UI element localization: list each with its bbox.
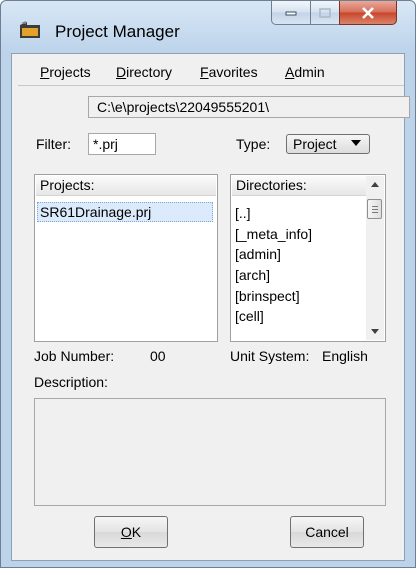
directories-items: [..] [_meta_info] [admin] [arch] [brinsp… bbox=[235, 203, 363, 327]
menu-projects[interactable]: Projects bbox=[40, 64, 91, 80]
list-item-project[interactable]: SR61Drainage.prj bbox=[37, 202, 213, 222]
menu-separator bbox=[18, 85, 404, 86]
projects-list[interactable]: Projects: SR61Drainage.prj bbox=[34, 174, 218, 342]
close-icon bbox=[362, 6, 374, 19]
list-item-directory[interactable]: [cell] bbox=[235, 306, 363, 327]
menu-directory-mnemonic: D bbox=[116, 64, 127, 80]
list-item-directory[interactable]: [brinspect] bbox=[235, 286, 363, 307]
unit-system-label: Unit System: bbox=[230, 348, 310, 364]
description-label: Description: bbox=[34, 374, 108, 390]
directories-scrollbar[interactable] bbox=[366, 176, 384, 340]
cancel-button[interactable]: Cancel bbox=[290, 516, 364, 548]
chevron-down-icon bbox=[371, 329, 379, 334]
minimize-button[interactable] bbox=[271, 1, 311, 25]
list-item-directory[interactable]: [..] bbox=[235, 203, 363, 224]
list-item-directory[interactable]: [arch] bbox=[235, 265, 363, 286]
scroll-up-button[interactable] bbox=[366, 176, 384, 194]
menu-bar: Projects Directory Favorites Admin bbox=[18, 62, 398, 84]
type-dropdown[interactable]: Project bbox=[286, 134, 370, 154]
chevron-up-icon bbox=[371, 182, 379, 187]
scrollbar-thumb[interactable] bbox=[367, 199, 382, 219]
close-button[interactable] bbox=[339, 1, 397, 25]
menu-directory[interactable]: Directory bbox=[116, 64, 172, 80]
scroll-down-button[interactable] bbox=[366, 322, 384, 340]
window-title: Project Manager bbox=[55, 22, 180, 41]
menu-projects-label: rojects bbox=[49, 64, 91, 80]
directories-list[interactable]: Directories: [..] [_meta_info] [admin] [… bbox=[230, 174, 386, 342]
list-item-directory[interactable]: [admin] bbox=[235, 244, 363, 265]
menu-favorites-label: avorites bbox=[208, 64, 258, 80]
type-label: Type: bbox=[236, 136, 271, 152]
ok-button[interactable]: OK bbox=[94, 516, 168, 548]
menu-admin-label: dmin bbox=[294, 64, 325, 80]
menu-favorites[interactable]: Favorites bbox=[200, 64, 258, 80]
ok-label: K bbox=[131, 524, 142, 540]
minimize-icon bbox=[285, 11, 297, 15]
menu-admin-mnemonic: A bbox=[285, 64, 295, 80]
title-bar[interactable]: Project Manager bbox=[1, 1, 415, 53]
chevron-down-icon bbox=[351, 140, 361, 146]
unit-system-value: English bbox=[322, 348, 368, 364]
description-field[interactable] bbox=[34, 398, 386, 506]
folder-icon bbox=[20, 21, 40, 38]
maximize-icon bbox=[319, 7, 331, 18]
projects-list-header[interactable]: Projects: bbox=[36, 176, 216, 196]
current-path-display: C:\e\projects\22049555201\ bbox=[88, 96, 410, 118]
menu-favorites-mnemonic: F bbox=[200, 64, 209, 80]
menu-projects-mnemonic: P bbox=[40, 64, 50, 80]
type-dropdown-value: Project bbox=[293, 136, 337, 152]
job-number-label: Job Number: bbox=[34, 348, 115, 364]
directories-list-header[interactable]: Directories: bbox=[232, 176, 366, 196]
menu-directory-label: irectory bbox=[126, 64, 173, 80]
filter-input[interactable]: *.prj bbox=[88, 133, 156, 155]
job-number-value: 00 bbox=[150, 348, 166, 364]
filter-label: Filter: bbox=[36, 136, 71, 152]
ok-mnemonic: O bbox=[120, 524, 132, 540]
maximize-button[interactable] bbox=[310, 1, 340, 25]
list-item-directory[interactable]: [_meta_info] bbox=[235, 224, 363, 245]
menu-admin[interactable]: Admin bbox=[285, 64, 325, 80]
